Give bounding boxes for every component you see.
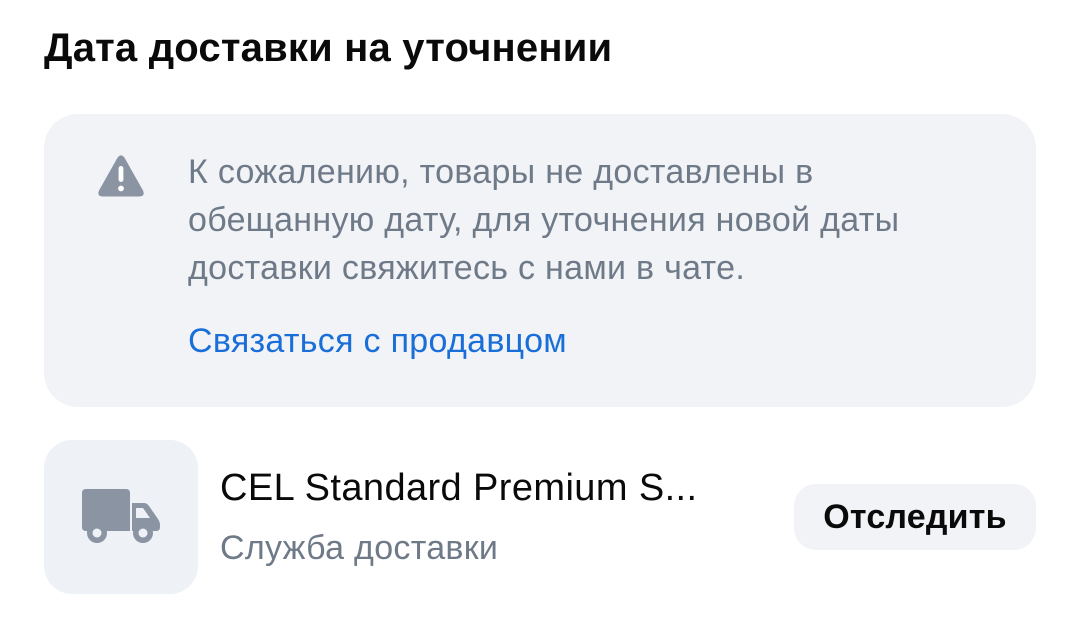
notice-message: К сожалению, товары не доставлены в обещ… — [188, 153, 900, 287]
truck-icon — [82, 489, 160, 543]
delivery-notice-card: К сожалению, товары не доставлены в обещ… — [44, 114, 1036, 407]
delivery-service-row: CEL Standard Premium S... Служба доставк… — [44, 440, 1036, 594]
warning-icon — [98, 155, 144, 197]
carrier-name: CEL Standard Premium S... — [220, 467, 698, 509]
carrier-logo-tile — [44, 440, 198, 594]
carrier-subtitle: Служба доставки — [220, 529, 499, 567]
contact-seller-link[interactable]: Связаться с продавцом — [188, 317, 567, 365]
page-title: Дата доставки на уточнении — [44, 26, 613, 70]
track-button[interactable]: Отследить — [794, 484, 1036, 550]
